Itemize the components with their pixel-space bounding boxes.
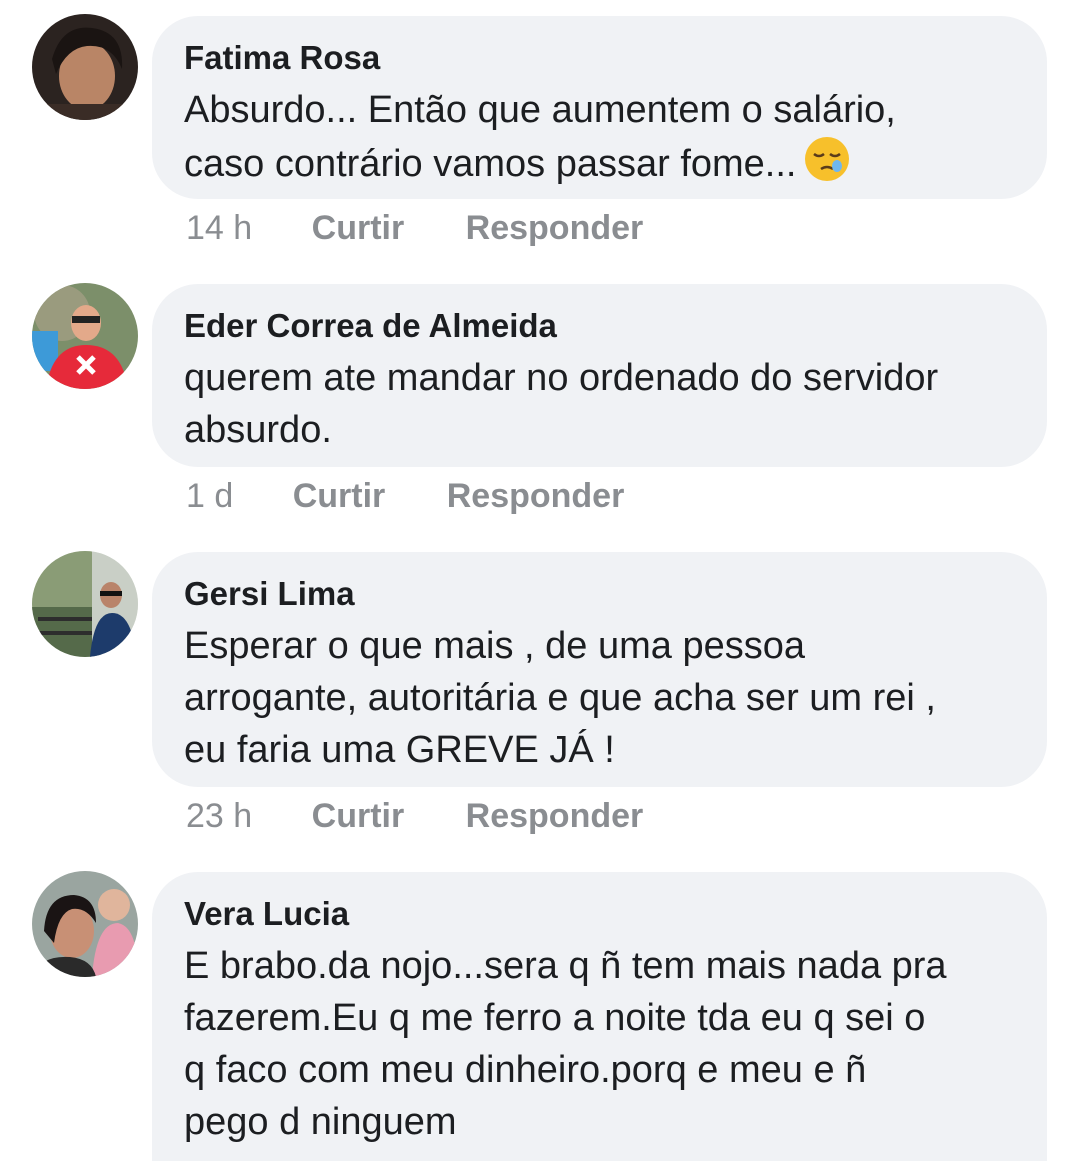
comment-bubble: Vera Lucia E brabo.da nojo...sera q ñ te… xyxy=(152,872,1047,1161)
like-button[interactable]: Curtir xyxy=(312,206,405,250)
comment-bubble: Gersi Lima Esperar o que mais , de uma p… xyxy=(152,552,1047,787)
like-button[interactable]: Curtir xyxy=(293,474,386,518)
comment-text: Absurdo... Então que aumentem o salário,… xyxy=(184,84,1017,196)
sleepy-face-icon xyxy=(804,136,850,196)
comment-text: E brabo.da nojo...sera q ñ tem mais nada… xyxy=(184,945,947,1143)
comment-author[interactable]: Vera Lucia xyxy=(184,894,1017,934)
comment-author[interactable]: Eder Correa de Almeida xyxy=(184,306,1017,346)
comment-actions: 23 h Curtir Responder xyxy=(186,794,643,838)
comment-bubble: Fatima Rosa Absurdo... Então que aumente… xyxy=(152,16,1047,199)
comment-bubble: Eder Correa de Almeida querem ate mandar… xyxy=(152,284,1047,467)
reply-button[interactable]: Responder xyxy=(447,474,625,518)
comment-timestamp[interactable]: 23 h xyxy=(186,794,252,838)
comment-author[interactable]: Gersi Lima xyxy=(184,574,1017,614)
reply-button[interactable]: Responder xyxy=(466,794,644,838)
avatar[interactable] xyxy=(32,14,138,120)
like-button[interactable]: Curtir xyxy=(312,794,405,838)
comments-feed: Fatima Rosa Absurdo... Então que aumente… xyxy=(0,0,1080,1161)
avatar[interactable] xyxy=(32,551,138,657)
avatar[interactable] xyxy=(32,871,138,977)
avatar-photo xyxy=(32,283,138,389)
comment-timestamp[interactable]: 1 d xyxy=(186,474,233,518)
comment-text: querem ate mandar no ordenado do servido… xyxy=(184,357,939,451)
comment-text: Esperar o que mais , de uma pessoa arrog… xyxy=(184,625,936,771)
avatar[interactable] xyxy=(32,283,138,389)
reply-button[interactable]: Responder xyxy=(466,206,644,250)
comment-timestamp[interactable]: 14 h xyxy=(186,206,252,250)
avatar-photo xyxy=(32,871,138,977)
comment-text-content: Absurdo... Então que aumentem o salário,… xyxy=(184,89,896,185)
comment-actions: 14 h Curtir Responder xyxy=(186,206,643,250)
comment-author[interactable]: Fatima Rosa xyxy=(184,38,1017,78)
avatar-photo xyxy=(32,551,138,657)
avatar-photo xyxy=(32,14,138,120)
comment-actions: 1 d Curtir Responder xyxy=(186,474,624,518)
